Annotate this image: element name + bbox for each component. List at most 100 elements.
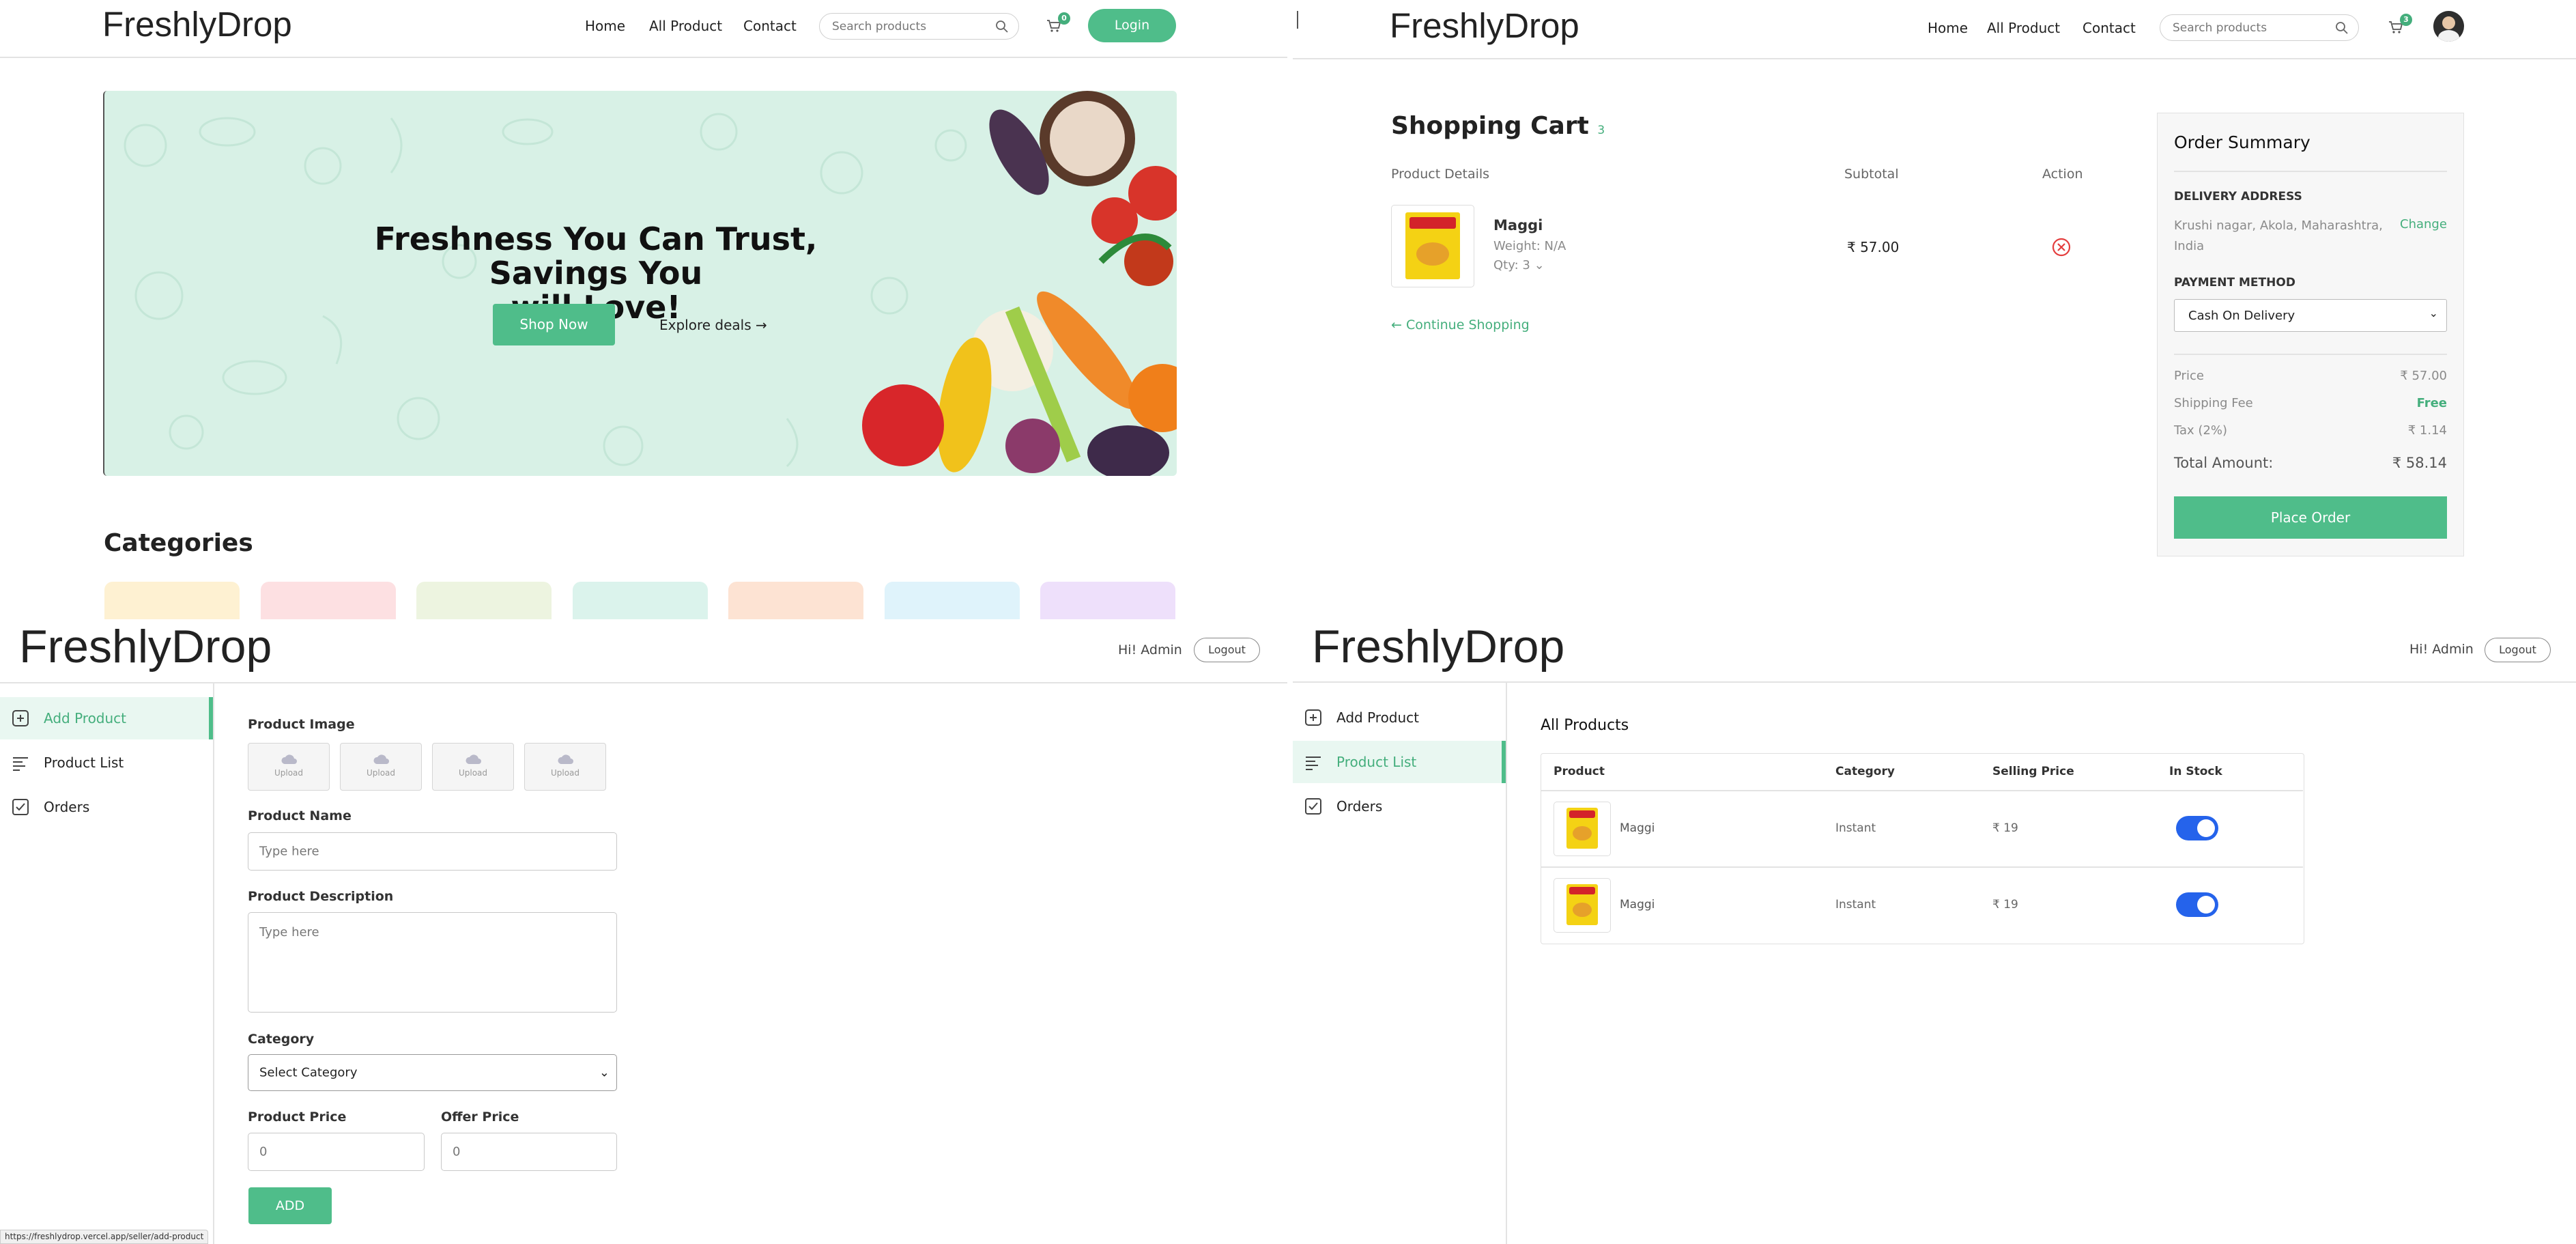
- tax-value: ₹ 1.14: [2407, 423, 2447, 438]
- sidebar-item-add-product[interactable]: Add Product: [1293, 696, 1506, 739]
- explore-deals-link[interactable]: Explore deals →: [659, 317, 767, 333]
- sidebar-divider: [1506, 682, 1507, 1244]
- product-price-label: Product Price: [248, 1109, 347, 1125]
- seller-add-product-panel: FreshlyDrop Hi! Admin Logout Add Product…: [0, 619, 1287, 1244]
- vegetables-illustration: [862, 91, 1177, 476]
- table-row[interactable]: Maggi Instant ₹ 19: [1541, 791, 2303, 866]
- sidebar-item-product-list[interactable]: Product List: [0, 741, 213, 784]
- add-product-button[interactable]: ADD: [248, 1187, 332, 1224]
- category-card[interactable]: [885, 582, 1020, 619]
- product-description-placeholder: Type here: [259, 925, 319, 939]
- sidebar-item-orders[interactable]: Orders: [1293, 785, 1506, 828]
- add-square-icon: [12, 710, 29, 726]
- logout-button[interactable]: Logout: [1194, 638, 1260, 662]
- hero-headline-line1: Freshness You Can Trust, Savings You: [374, 221, 818, 292]
- offer-price-input[interactable]: 0: [441, 1133, 617, 1171]
- upload-cloud-icon: [558, 754, 573, 764]
- remove-item-icon[interactable]: [2051, 237, 2072, 257]
- place-order-button[interactable]: Place Order: [2174, 496, 2447, 539]
- change-address-link[interactable]: Change: [2400, 217, 2447, 231]
- chevron-down-icon: ⌄: [599, 1065, 610, 1080]
- cart-item-image[interactable]: [1391, 205, 1474, 287]
- product-price: ₹ 19: [1992, 898, 2018, 911]
- upload-label: Upload: [458, 768, 488, 778]
- nav-contact[interactable]: Contact: [2083, 20, 2136, 36]
- nav-home[interactable]: Home: [585, 18, 625, 34]
- column-header-product: Product: [1554, 765, 1605, 778]
- payment-method-select[interactable]: Cash On Delivery ⌄: [2174, 299, 2447, 332]
- nav-home[interactable]: Home: [1928, 20, 1968, 36]
- maggi-product-image: [1566, 808, 1598, 849]
- category-card[interactable]: [416, 582, 552, 619]
- header-divider: [1293, 58, 2576, 59]
- product-price: ₹ 19: [1992, 821, 2018, 835]
- sidebar-item-label: Add Product: [44, 710, 127, 726]
- divider: [2174, 171, 2447, 172]
- header-divider: [0, 682, 1287, 683]
- category-card[interactable]: [104, 582, 240, 619]
- category-card[interactable]: [261, 582, 396, 619]
- total-amount-value: ₹ 58.14: [2392, 455, 2447, 471]
- quantity-selector[interactable]: Qty: 3 ⌄: [1493, 258, 1545, 272]
- cart-button[interactable]: 3: [2388, 14, 2412, 37]
- avatar[interactable]: [2433, 11, 2464, 42]
- sidebar-item-product-list[interactable]: Product List: [1293, 741, 1506, 783]
- delivery-address-line2: India: [2174, 239, 2205, 253]
- upload-cloud-icon: [373, 754, 389, 764]
- continue-shopping-link[interactable]: ← Continue Shopping: [1391, 317, 1530, 333]
- product-description-textarea[interactable]: Type here: [248, 912, 617, 1013]
- product-category: Instant: [1835, 898, 1876, 911]
- product-name: Maggi: [1620, 898, 1655, 911]
- product-name-input[interactable]: Type here: [248, 832, 617, 871]
- logout-button[interactable]: Logout: [2485, 638, 2551, 662]
- sidebar-item-orders[interactable]: Orders: [0, 786, 213, 828]
- offer-price-label: Offer Price: [441, 1109, 519, 1125]
- nav-contact[interactable]: Contact: [743, 18, 797, 34]
- sidebar-item-label: Add Product: [1336, 709, 1420, 726]
- product-price-placeholder: 0: [259, 1144, 268, 1159]
- admin-greeting: Hi! Admin: [1118, 642, 1182, 658]
- payment-method-label: PAYMENT METHOD: [2174, 276, 2295, 289]
- product-image-label: Product Image: [248, 717, 355, 732]
- brand-logo[interactable]: FreshlyDrop: [19, 619, 272, 674]
- upload-slot[interactable]: Upload: [248, 743, 330, 791]
- arrow-left-icon: ←: [1391, 317, 1402, 333]
- search-icon[interactable]: [995, 20, 1009, 33]
- product-price-input[interactable]: 0: [248, 1133, 425, 1171]
- category-card[interactable]: [728, 582, 863, 619]
- category-card[interactable]: [1040, 582, 1175, 619]
- category-card[interactable]: [573, 582, 708, 619]
- in-stock-toggle[interactable]: [2176, 892, 2218, 917]
- brand-logo[interactable]: FreshlyDrop: [1312, 619, 1564, 674]
- nav-all-product[interactable]: All Product: [649, 18, 722, 34]
- search-input[interactable]: Search products: [819, 13, 1019, 40]
- category-select[interactable]: Select Category ⌄: [248, 1054, 617, 1091]
- brand-logo[interactable]: FreshlyDrop: [102, 4, 292, 44]
- delivery-address-line1: Krushi nagar, Akola, Maharashtra,: [2174, 218, 2383, 233]
- nav-all-product[interactable]: All Product: [1987, 20, 2060, 36]
- seller-product-list-panel: FreshlyDrop Hi! Admin Logout Add Product…: [1293, 619, 2576, 1244]
- upload-slot[interactable]: Upload: [524, 743, 606, 791]
- upload-cloud-icon: [281, 754, 297, 764]
- shop-now-button[interactable]: Shop Now: [493, 304, 615, 345]
- category-select-value: Select Category: [259, 1065, 358, 1080]
- sidebar-item-add-product[interactable]: Add Product: [0, 697, 213, 739]
- search-icon[interactable]: [2335, 21, 2349, 35]
- offer-price-placeholder: 0: [453, 1144, 461, 1159]
- cart-button[interactable]: 0: [1046, 12, 1070, 36]
- cart-item-count: 3: [1597, 124, 1605, 137]
- storefront-home-panel: FreshlyDrop Home All Product Contact Sea…: [0, 0, 1287, 619]
- table-row[interactable]: Maggi Instant ₹ 19: [1541, 867, 2303, 943]
- admin-greeting: Hi! Admin: [2409, 642, 2474, 657]
- upload-slot[interactable]: Upload: [432, 743, 514, 791]
- search-placeholder: Search products: [2173, 20, 2267, 35]
- brand-logo[interactable]: FreshlyDrop: [1390, 5, 1579, 46]
- upload-cloud-icon: [466, 754, 481, 764]
- upload-slot[interactable]: Upload: [340, 743, 422, 791]
- in-stock-toggle[interactable]: [2176, 816, 2218, 840]
- order-summary-panel: Order Summary DELIVERY ADDRESS Krushi na…: [2157, 113, 2464, 556]
- search-input[interactable]: Search products: [2160, 14, 2359, 41]
- orders-check-icon: [1305, 798, 1321, 815]
- login-button[interactable]: Login: [1088, 9, 1176, 42]
- cart-count-badge: 3: [2400, 14, 2412, 26]
